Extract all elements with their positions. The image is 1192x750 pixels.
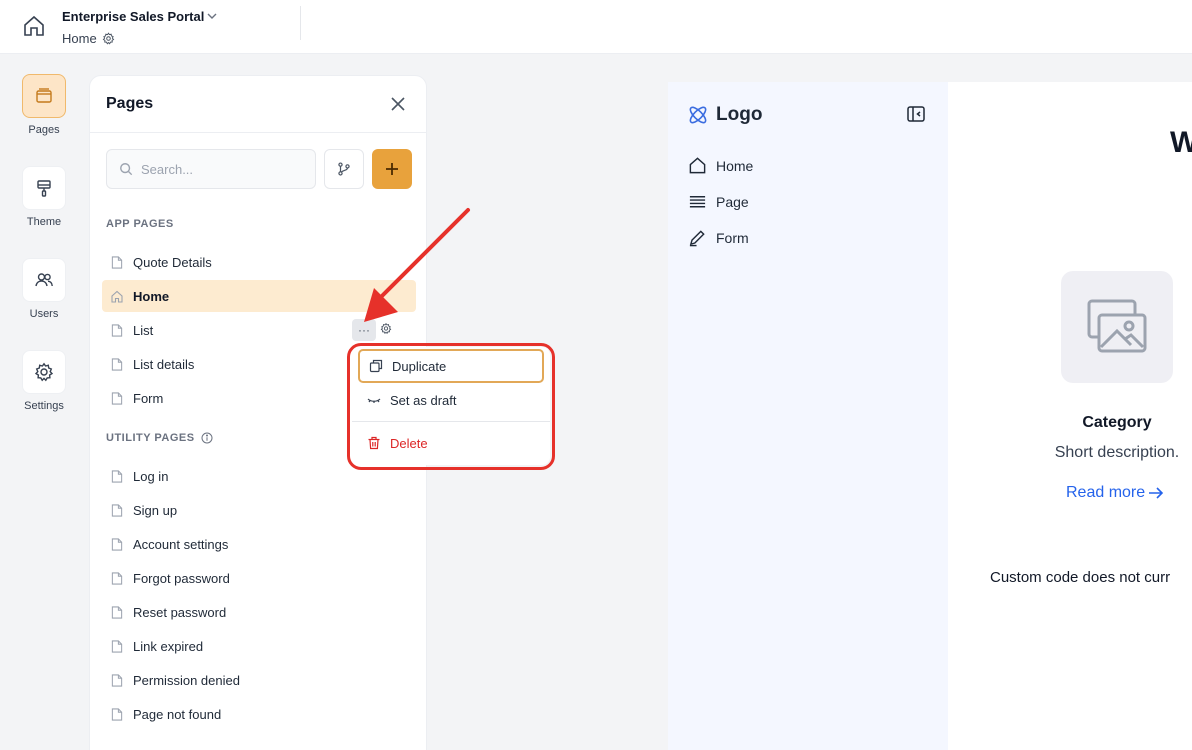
preview-sidebar: Logo Home Page Form (668, 82, 948, 750)
gear-icon[interactable] (102, 32, 115, 45)
page-label: Link expired (133, 638, 204, 654)
page-row-reset-password[interactable]: Reset password (102, 596, 416, 628)
home-icon (689, 157, 706, 174)
home-icon[interactable] (22, 14, 46, 38)
file-icon (111, 503, 123, 517)
more-options-button[interactable]: ··· (352, 319, 376, 341)
rail-label: Settings (24, 400, 64, 412)
card-category: Category (1082, 414, 1152, 431)
page-label: Form (133, 390, 164, 406)
page-heading: W (1170, 126, 1192, 159)
breadcrumb-label: Home (62, 31, 97, 46)
branch-button[interactable] (324, 149, 364, 189)
search-box[interactable] (106, 149, 316, 189)
rail-item-users[interactable]: Users (0, 258, 88, 320)
add-page-button[interactable] (372, 149, 412, 189)
rail-label: Theme (26, 216, 62, 228)
pages-icon (36, 88, 52, 103)
nav-item-form[interactable]: Form (688, 228, 749, 247)
page-row-account-settings[interactable]: Account settings (102, 528, 416, 560)
lines-icon (689, 196, 706, 208)
nav-label: Page (716, 193, 749, 210)
preview-main: W Category Short description. Read more … (948, 82, 1192, 750)
page-label: Log in (133, 468, 169, 484)
arrow-right-icon (1149, 487, 1164, 499)
page-label: List (133, 322, 154, 338)
page-label: Quote Details (133, 254, 212, 270)
image-icon (1087, 299, 1147, 353)
users-icon (35, 273, 53, 287)
nav-label: Form (716, 229, 749, 246)
read-more-link[interactable]: Read more (1066, 484, 1164, 502)
file-icon (111, 357, 123, 371)
logo-text: Logo (716, 104, 763, 125)
rail-item-settings[interactable]: Settings (0, 350, 88, 412)
file-icon (111, 673, 123, 687)
nav-item-page[interactable]: Page (688, 192, 749, 211)
file-icon (111, 605, 123, 619)
page-label: Account settings (133, 536, 229, 552)
rail-item-pages[interactable]: Pages (0, 74, 88, 136)
page-label: Page not found (133, 706, 222, 722)
page-label: Home (133, 288, 170, 304)
page-label: List details (133, 356, 195, 372)
custom-code-note: Custom code does not curr (990, 569, 1171, 586)
page-row-permission-denied[interactable]: Permission denied (102, 664, 416, 696)
nav-label: Home (716, 157, 754, 174)
page-row-home[interactable]: Home (102, 280, 416, 312)
image-placeholder (1061, 271, 1173, 383)
breadcrumb[interactable]: Home (62, 31, 115, 46)
search-input[interactable] (141, 161, 301, 177)
pen-icon (689, 230, 705, 247)
app-name[interactable]: Enterprise Sales Portal (62, 9, 204, 24)
annotation-highlight (347, 343, 555, 470)
read-more-label: Read more (1066, 484, 1146, 501)
page-row-page-not-found[interactable]: Page not found (102, 698, 416, 730)
rail-label: Pages (28, 124, 60, 136)
file-icon (111, 571, 123, 585)
utility-pages-text: UTILITY PAGES (106, 432, 195, 444)
utility-pages-label: UTILITY PAGES (106, 432, 213, 444)
file-icon (111, 639, 123, 653)
page-row-link-expired[interactable]: Link expired (102, 630, 416, 662)
search-icon (120, 163, 133, 176)
file-icon (111, 469, 123, 483)
rail-label: Users (29, 308, 59, 320)
paint-roller-icon (37, 180, 51, 197)
collapse-sidebar-icon[interactable] (906, 104, 926, 124)
rail-item-theme[interactable]: Theme (0, 166, 88, 228)
file-icon (111, 323, 123, 337)
close-icon[interactable] (390, 96, 406, 112)
page-label: Permission denied (133, 672, 240, 688)
page-row-quote-details[interactable]: Quote Details (102, 246, 416, 278)
page-label: Sign up (133, 502, 178, 518)
info-icon[interactable] (201, 432, 213, 444)
gear-icon (34, 362, 54, 382)
page-row-sign-up[interactable]: Sign up (102, 494, 416, 526)
file-icon (111, 537, 123, 551)
file-icon (111, 391, 123, 405)
card-description: Short description. (1054, 444, 1180, 461)
panel-title: Pages (106, 95, 154, 112)
divider (300, 6, 301, 40)
page-row-forgot-password[interactable]: Forgot password (102, 562, 416, 594)
plus-icon (386, 163, 398, 175)
atom-icon (689, 106, 707, 124)
top-bar: Enterprise Sales Portal Home (0, 0, 1192, 54)
gear-icon[interactable] (380, 322, 392, 335)
home-icon (111, 290, 123, 303)
page-label: Reset password (133, 604, 227, 620)
nav-item-home[interactable]: Home (688, 156, 753, 175)
file-icon (111, 707, 123, 721)
page-row-list[interactable]: List ··· (102, 314, 416, 346)
logo: Logo (686, 103, 762, 127)
app-pages-label: APP PAGES (106, 218, 174, 230)
git-branch-icon (338, 162, 350, 176)
file-icon (111, 255, 123, 269)
chevron-down-icon[interactable] (206, 10, 218, 22)
page-label: Forgot password (133, 570, 230, 586)
